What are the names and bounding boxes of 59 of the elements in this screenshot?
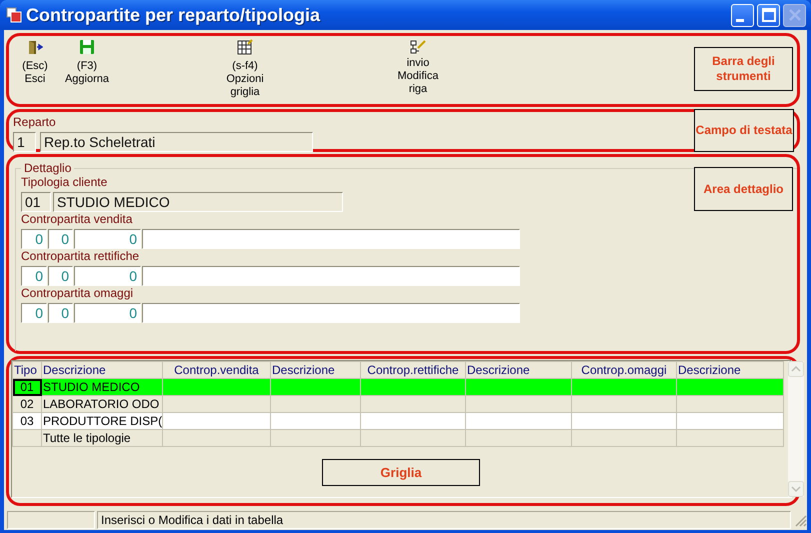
description-field[interactable] — [142, 303, 520, 324]
minimize-button[interactable] — [731, 4, 754, 26]
number-field[interactable]: 0 — [74, 229, 141, 250]
maximize-icon — [760, 6, 778, 24]
minimize-icon — [736, 18, 744, 22]
table-cell: LABORATORIO ODO — [42, 396, 162, 413]
floppy-icon — [79, 39, 95, 55]
resize-grip-icon — [793, 513, 807, 528]
table-cell: STUDIO MEDICO — [42, 378, 162, 396]
name-field: STUDIO MEDICO — [53, 192, 343, 212]
table-cell: Tutte le tipologie — [42, 430, 162, 447]
table-icon — [237, 39, 253, 55]
name-field: Rep.to Scheletrati — [40, 132, 313, 152]
column-header[interactable]: Tipo — [12, 362, 42, 379]
maximize-button[interactable] — [757, 4, 780, 26]
field-label: Tipologia cliente — [21, 175, 108, 190]
column-header[interactable]: Descrizione — [42, 362, 162, 379]
field-label: Contropartita omaggi — [21, 286, 134, 302]
toolbar-button[interactable]: (Esc) Esci — [14, 39, 56, 86]
code-field: 1 — [13, 132, 36, 152]
door-arrow-icon — [27, 39, 43, 55]
window-icon — [6, 7, 22, 23]
column-header[interactable]: Descrizione — [466, 362, 572, 379]
column-header[interactable]: Descrizione — [676, 362, 784, 379]
tree-pencil-icon — [410, 39, 426, 55]
number-field[interactable]: 0 — [48, 229, 73, 250]
table-row[interactable]: Tutte le tipologie — [12, 430, 784, 447]
code-field: 01 — [21, 192, 51, 212]
toolbar-button[interactable]: invio Modifica riga — [390, 39, 446, 96]
group-title: Dettaglio — [23, 161, 72, 176]
column-header[interactable]: Controp.rettifiche — [360, 362, 466, 379]
column-header[interactable]: Controp.vendita — [162, 362, 270, 379]
callout-label: Area dettaglio — [694, 167, 793, 212]
field-label: Contropartita vendita — [21, 212, 132, 228]
window-title: Contropartite per reparto/tipologia — [26, 4, 322, 26]
number-field[interactable]: 0 — [48, 303, 73, 324]
toolbar-button[interactable]: (s-f4) Opzioni griglia — [220, 39, 270, 99]
column-header[interactable]: Controp.omaggi — [572, 362, 676, 379]
number-field[interactable]: 0 — [21, 266, 47, 286]
table-row[interactable]: 02 LABORATORIO ODO — [12, 396, 784, 413]
table-row[interactable]: 01 STUDIO MEDICO — [12, 378, 784, 396]
table-cell: 01 — [12, 378, 42, 396]
callout-label: Campo di testata — [694, 109, 794, 152]
number-field[interactable]: 0 — [74, 266, 141, 286]
table-cell: 02 — [12, 396, 42, 413]
status-message: Inserisci o Modifica i dati in tabella — [97, 511, 791, 530]
toolbar-button[interactable]: (F3) Aggiorna — [59, 39, 115, 86]
number-field[interactable]: 0 — [21, 303, 47, 324]
column-header[interactable]: Descrizione — [270, 362, 360, 379]
callout-label: Griglia — [322, 458, 480, 486]
description-field[interactable] — [142, 266, 520, 286]
callout-label: Barra degli strumenti — [694, 47, 793, 91]
description-field[interactable] — [142, 229, 520, 250]
field-label: Contropartita rettifiche — [21, 249, 140, 264]
table-cell: 03 — [12, 412, 42, 430]
number-field[interactable]: 0 — [74, 303, 141, 324]
number-field[interactable]: 0 — [48, 266, 73, 286]
field-label: Reparto — [13, 115, 56, 130]
number-field[interactable]: 0 — [21, 229, 47, 250]
